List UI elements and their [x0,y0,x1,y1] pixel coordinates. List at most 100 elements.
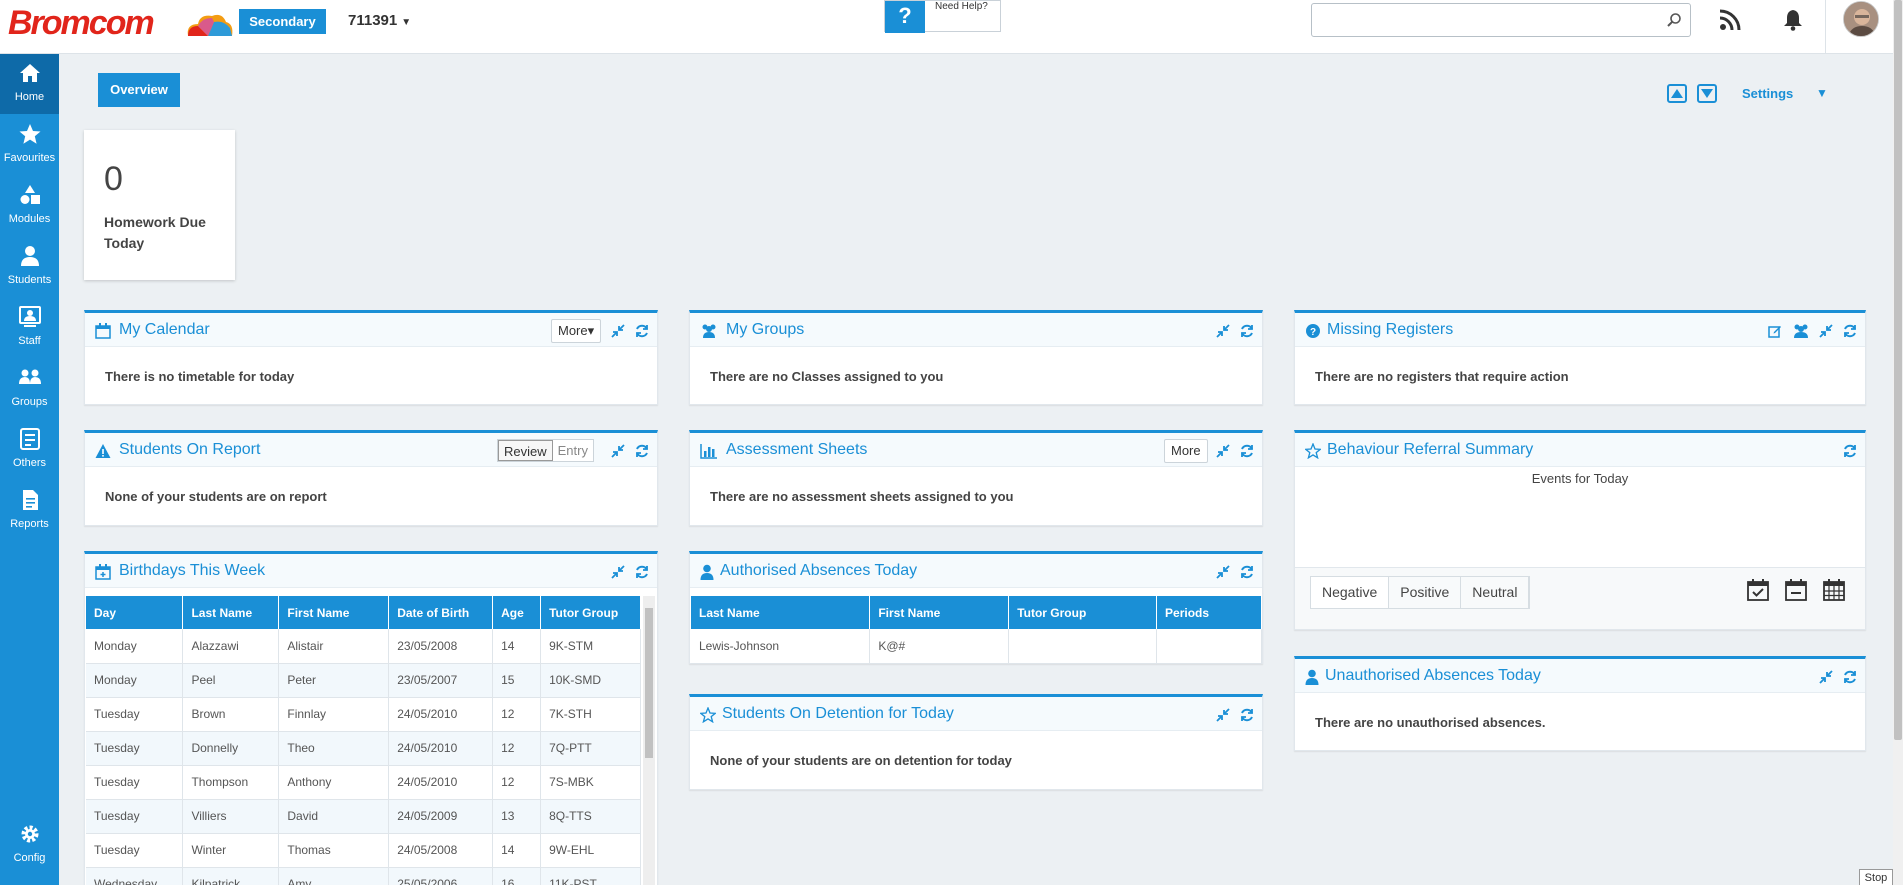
collapse-icon[interactable] [1216,707,1231,722]
table-row[interactable]: Monday Alazzawi Alistair 23/05/2008 14 9K-STM [86,629,641,664]
page-scrollbar[interactable] [1893,0,1903,885]
refresh-icon[interactable] [635,565,649,579]
bell-icon[interactable] [1783,9,1803,31]
column-header[interactable]: First Name [869,596,1010,629]
birthdays-scrollbar[interactable] [643,596,655,885]
scrollbar-thumb[interactable] [1894,0,1902,740]
table-cell: K@# [869,629,1010,664]
more-button[interactable]: More▾ [551,319,602,343]
sidebar-item-others[interactable]: Others [0,420,59,480]
review-tab[interactable]: Review [498,440,553,461]
column-header[interactable]: Tutor Group [1008,596,1158,629]
refresh-icon[interactable] [1843,444,1857,458]
table-row[interactable]: Tuesday Villiers David 24/05/2009 13 8Q-TTS [86,799,641,834]
table-cell: 12 [492,765,542,800]
table-cell: Tuesday [86,799,184,834]
calendar-check-icon[interactable] [1746,578,1770,602]
arrow-up-icon [1671,89,1683,98]
collapse-icon[interactable] [611,323,626,338]
table-row[interactable]: Lewis-Johnson K@# [691,629,1262,664]
table-row[interactable]: Tuesday Brown Finnlay 24/05/2010 12 7K-STH [86,697,641,732]
column-header[interactable]: Last Name [691,596,871,629]
homework-due-tile[interactable]: 0 Homework Due Today [84,130,235,280]
sidebar-item-groups[interactable]: Groups [0,359,59,419]
collapse-icon[interactable] [611,564,626,579]
collapse-icon[interactable] [1216,443,1231,458]
edit-icon[interactable] [1768,324,1782,338]
column-header[interactable]: Date of Birth [388,596,494,629]
collapse-icon[interactable] [1819,323,1834,338]
sidebar-item-favourites[interactable]: Favourites [0,115,59,175]
refresh-icon[interactable] [1240,708,1254,722]
search-input[interactable] [1311,3,1691,37]
table-cell: 24/05/2010 [388,697,494,732]
column-header[interactable]: Periods [1156,596,1262,629]
column-header[interactable]: Tutor Group [540,596,641,629]
more-button[interactable]: More [1164,439,1208,463]
table-row[interactable]: Monday Peel Peter 23/05/2007 15 10K-SMD [86,663,641,698]
school-type-button[interactable]: Secondary [239,9,326,34]
scrollbar-thumb[interactable] [645,608,653,758]
calendar-grid-icon[interactable] [1822,578,1846,602]
refresh-icon[interactable] [1843,324,1857,338]
sidebar-item-students[interactable]: Students [0,237,59,297]
table-row[interactable]: Tuesday Donnelly Theo 24/05/2010 12 7Q-PTT [86,731,641,766]
tab-positive[interactable]: Positive [1389,577,1462,608]
collapse-icon[interactable] [1216,564,1231,579]
collapse-icon[interactable] [611,443,626,458]
tab-negative[interactable]: Negative [1311,577,1390,608]
entry-tab[interactable]: Entry [553,440,593,461]
panel-header: Authorised Absences Today [690,554,1262,588]
table-row[interactable]: Tuesday Winter Thomas 24/05/2008 14 9W-EHL [86,833,641,868]
settings-menu[interactable]: Settings [1742,86,1793,101]
sidebar-item-config[interactable]: Config [0,815,59,875]
avatar[interactable] [1843,1,1879,37]
table-row[interactable]: Wednesday Kilpatrick Amy 25/05/2006 16 11K-PS… [86,867,641,885]
panel-header: My Calendar More▾ [85,313,657,347]
sidebar-item-modules[interactable]: Modules [0,176,59,236]
school-id-dropdown[interactable]: 711391 ▼ [348,12,411,29]
user-menu[interactable] [1825,0,1903,54]
table-cell: Monday [86,629,184,664]
bromcom-logo[interactable]: Bromcom [8,4,233,44]
collapse-icon[interactable] [1216,323,1231,338]
panel-tools [1813,668,1857,686]
refresh-icon[interactable] [635,324,649,338]
refresh-icon[interactable] [1240,444,1254,458]
table-cell: 10K-SMD [540,663,641,698]
refresh-icon[interactable] [635,444,649,458]
panel-message: There are no assessment sheets assigned … [710,489,1014,504]
column-header[interactable]: Last Name [182,596,280,629]
sidebar-item-reports[interactable]: Reports [0,481,59,541]
collapse-icon[interactable] [1819,669,1834,684]
panel-header: Assessment Sheets More [690,433,1262,467]
column-header[interactable]: First Name [278,596,390,629]
others-icon [20,428,40,450]
group-icon[interactable] [1792,324,1810,338]
refresh-icon[interactable] [1240,565,1254,579]
warning-icon [95,444,111,458]
move-down-button[interactable] [1697,84,1717,103]
panel-tools [1210,706,1254,724]
need-help-button[interactable]: ? Need Help? [884,0,1001,33]
move-up-button[interactable] [1667,84,1687,103]
sidebar-item-staff[interactable]: Staff [0,298,59,358]
calendar-minus-icon[interactable] [1784,578,1808,602]
svg-text:?: ? [1310,327,1316,338]
detention-panel: Students On Detention for Today None of … [689,694,1263,790]
overview-tab[interactable]: Overview [98,73,180,107]
rss-icon[interactable] [1719,9,1741,31]
tab-neutral[interactable]: Neutral [1461,577,1530,608]
sidebar-item-home[interactable]: Home [0,54,59,114]
table-row[interactable]: Tuesday Thompson Anthony 24/05/2010 12 7S-MBK [86,765,641,800]
column-header[interactable]: Age [492,596,542,629]
stop-button[interactable]: Stop [1859,869,1893,885]
refresh-icon[interactable] [1843,670,1857,684]
refresh-icon[interactable] [1240,324,1254,338]
panel-title: Assessment Sheets [726,441,868,458]
table-cell: Theo [278,731,390,766]
table-cell: 23/05/2007 [388,663,494,698]
chevron-down-icon[interactable]: ▼ [1816,86,1828,100]
search-icon[interactable] [1666,12,1682,28]
column-header[interactable]: Day [86,596,184,629]
